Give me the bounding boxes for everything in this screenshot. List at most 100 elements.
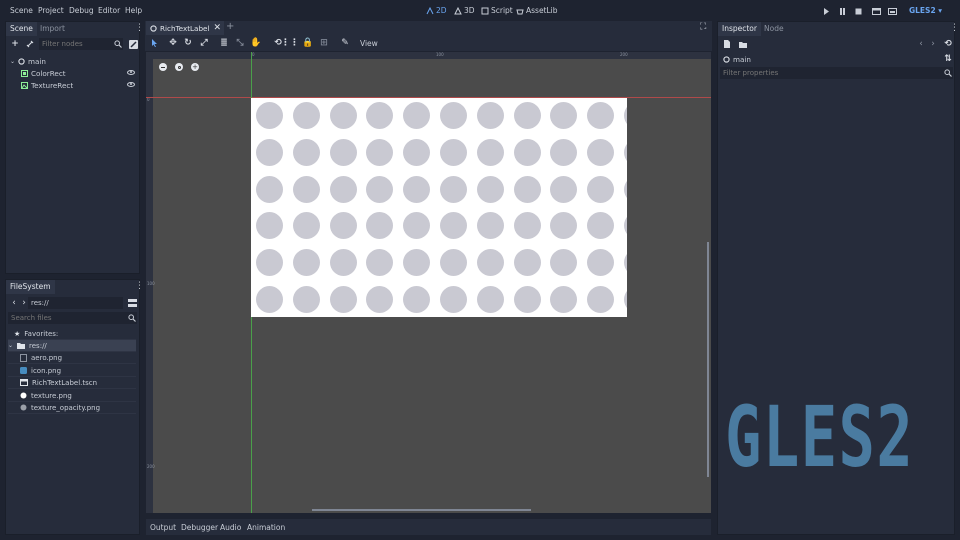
color-rect-icon	[21, 69, 28, 77]
close-icon[interactable]: ✕	[213, 23, 221, 33]
play-icon[interactable]	[821, 6, 831, 16]
menu-help[interactable]: Help	[125, 6, 142, 15]
fullscreen-icon[interactable]: ⛶	[700, 22, 706, 32]
new-resource-icon[interactable]	[721, 38, 733, 50]
canvas-viewport[interactable]: 0 100 200 0 100 200 +	[146, 52, 711, 513]
mode-script-button[interactable]: Script	[481, 6, 513, 15]
list-item-texture-opacity-png[interactable]: texture_opacity.png	[8, 402, 136, 414]
menu-project[interactable]: Project	[38, 6, 64, 15]
tab-debugger[interactable]: Debugger	[181, 523, 218, 532]
tree-item-main[interactable]: ⌄ main	[10, 55, 46, 67]
scene-dock-menu-icon[interactable]: ⋮	[135, 23, 144, 33]
pause-icon[interactable]	[837, 6, 847, 16]
tree-item-colorrect[interactable]: ColorRect	[21, 67, 66, 79]
list-item-favorites[interactable]: ★ Favorites:	[8, 328, 136, 340]
texture-dot	[513, 138, 541, 166]
tab-animation[interactable]: Animation	[247, 523, 285, 532]
grid-snap-icon[interactable]: ⋮⋮	[281, 37, 299, 49]
tab-node[interactable]: Node	[760, 22, 788, 36]
group-icon[interactable]: ⊞	[318, 37, 330, 49]
list-item-label: res://	[29, 341, 47, 350]
mode-3d-button[interactable]: 3D	[454, 6, 475, 15]
visibility-eye-icon[interactable]	[127, 82, 135, 87]
chevron-down-icon: ⌄	[10, 57, 16, 65]
texture-dot	[550, 175, 578, 203]
texture-dot	[292, 286, 320, 313]
texture-dot	[256, 138, 283, 166]
filter-nodes-input[interactable]	[39, 38, 123, 50]
texture-rect-canvas[interactable]	[251, 98, 627, 317]
select-tool-icon[interactable]	[148, 37, 160, 49]
filesystem-menu-icon[interactable]: ⋮	[135, 281, 144, 291]
texture-dot	[550, 286, 578, 313]
tab-import[interactable]: Import	[36, 22, 69, 36]
texture-dot	[256, 102, 283, 129]
texture-dot	[624, 102, 627, 129]
split-view-icon[interactable]	[126, 297, 138, 309]
play-custom-scene-icon[interactable]	[887, 6, 897, 16]
pivot-tool-icon[interactable]: ⤡	[234, 37, 246, 49]
lock-icon[interactable]: 🔒	[302, 37, 314, 49]
load-resource-icon[interactable]	[737, 38, 749, 50]
texture-dot	[440, 286, 467, 313]
tab-filesystem[interactable]: FileSystem	[6, 280, 55, 294]
inspected-object[interactable]: main	[723, 53, 751, 65]
play-scene-icon[interactable]	[871, 6, 881, 16]
view-menu[interactable]: View	[360, 39, 378, 48]
texture-dot	[476, 102, 504, 129]
add-node-icon[interactable]: +	[9, 38, 21, 50]
history-icon[interactable]: ⟲	[942, 38, 954, 50]
texture-dot	[587, 286, 615, 313]
move-tool-icon[interactable]: ✥	[167, 37, 179, 49]
list-item-texture-png[interactable]: texture.png	[8, 390, 136, 402]
texture-dot	[587, 249, 615, 277]
path-field[interactable]: res://	[28, 297, 123, 309]
vertical-scrollbar[interactable]	[707, 242, 709, 477]
tab-output[interactable]: Output	[150, 523, 176, 532]
pan-tool-icon[interactable]: ✋	[250, 37, 262, 49]
filter-properties-input[interactable]	[720, 67, 953, 79]
texture-dot	[366, 138, 394, 166]
gray-dot-icon	[20, 404, 27, 411]
tab-audio[interactable]: Audio	[220, 523, 241, 532]
texture-dot	[256, 249, 283, 277]
visibility-eye-icon[interactable]	[127, 70, 135, 75]
stop-icon[interactable]	[853, 6, 863, 16]
list-item-richtextlabel-tscn[interactable]: RichTextLabel.tscn	[8, 377, 136, 389]
history-forward-icon[interactable]: ›	[927, 38, 939, 50]
texture-dot	[440, 249, 467, 277]
horizontal-scrollbar[interactable]	[312, 509, 531, 511]
zoom-out-icon[interactable]	[159, 63, 167, 71]
texture-dot	[329, 249, 357, 277]
list-item-aero-png[interactable]: aero.png	[8, 352, 136, 364]
list-item-icon-png[interactable]: icon.png	[8, 365, 136, 377]
rotate-tool-icon[interactable]: ↻	[182, 37, 194, 49]
texture-dot	[329, 286, 357, 313]
mode-2d-button[interactable]: 2D	[426, 6, 447, 15]
tab-inspector[interactable]: Inspector	[718, 22, 761, 36]
texture-dot	[403, 212, 431, 240]
history-back-icon[interactable]: ‹	[915, 38, 927, 50]
menu-editor[interactable]: Editor	[98, 6, 120, 15]
list-item-res-root[interactable]: ⌄ res://	[8, 340, 136, 352]
search-files-input[interactable]	[8, 312, 137, 324]
mode-assetlib-button[interactable]: AssetLib	[516, 6, 558, 15]
menu-scene[interactable]: Scene	[10, 6, 33, 15]
link-icon[interactable]	[24, 38, 36, 50]
tab-scene[interactable]: Scene	[6, 22, 37, 36]
bone-icon[interactable]: ✎	[339, 37, 351, 49]
renderer-select[interactable]: GLES2 ▾	[909, 6, 942, 15]
zoom-reset-icon[interactable]	[175, 63, 183, 71]
object-properties-icon[interactable]: ⇅	[942, 53, 954, 65]
zoom-in-icon[interactable]: +	[191, 63, 199, 71]
texture-dot	[329, 212, 357, 240]
list-select-icon[interactable]: ≣	[218, 37, 230, 49]
texture-dot	[292, 138, 320, 166]
add-tab-icon[interactable]: +	[226, 21, 234, 32]
script-attach-icon[interactable]	[127, 38, 139, 50]
tree-item-texturerect[interactable]: TextureRect	[21, 79, 73, 91]
menu-debug[interactable]: Debug	[69, 6, 94, 15]
inspector-menu-icon[interactable]: ⋮	[950, 23, 959, 33]
tab-scene-richtextlabel[interactable]: RichTextLabel ✕	[146, 21, 224, 35]
scale-tool-icon[interactable]: ⤢	[198, 37, 210, 49]
